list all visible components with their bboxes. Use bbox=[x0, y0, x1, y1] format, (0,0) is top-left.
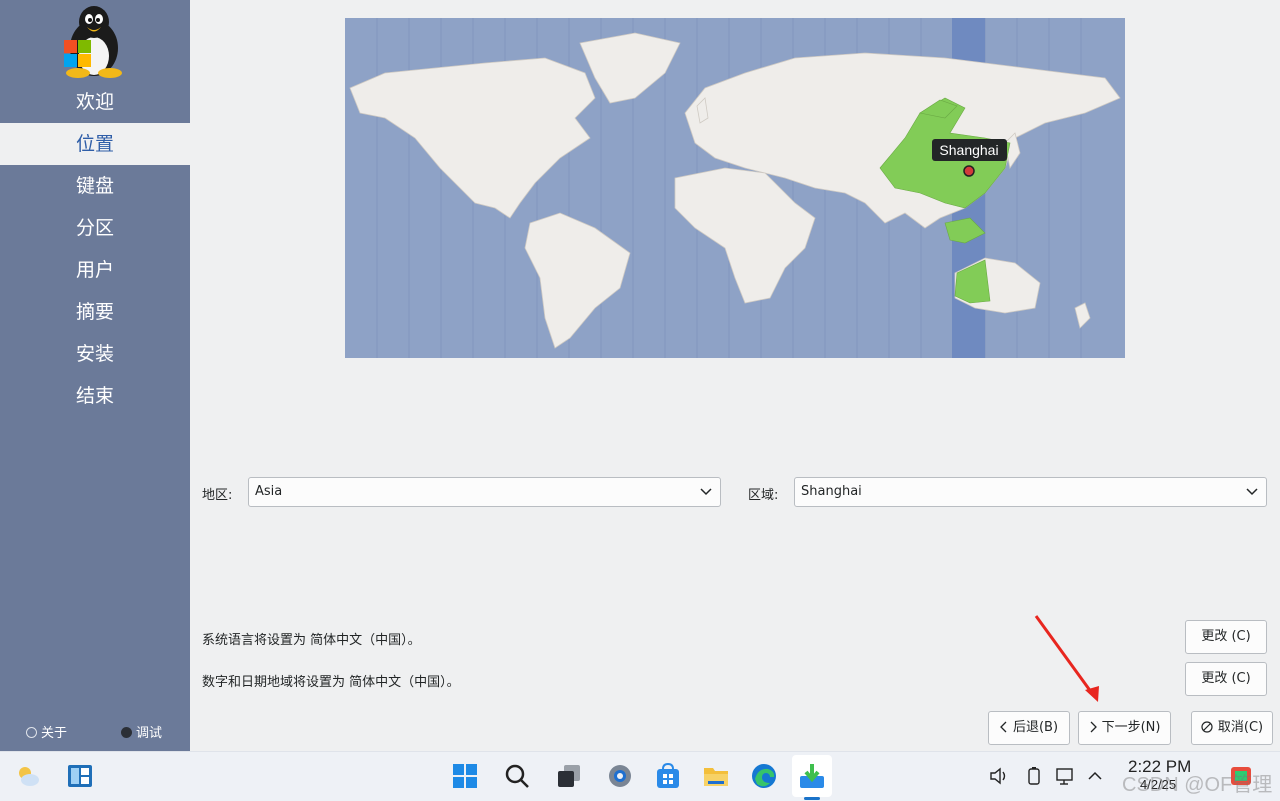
annotation-arrow-icon bbox=[1034, 615, 1099, 702]
sidebar-item-welcome: 欢迎 bbox=[75, 91, 114, 113]
back-button[interactable]: 后退(B) bbox=[988, 711, 1070, 745]
city-tooltip: Shanghai bbox=[932, 139, 1007, 161]
zone-value: Shanghai bbox=[801, 484, 862, 499]
change-format-button[interactable]: 更改 (C) bbox=[1185, 662, 1267, 696]
zone-label: 区域: bbox=[748, 488, 779, 503]
cancel-button[interactable]: 取消(C) bbox=[1191, 711, 1273, 745]
edge-icon[interactable] bbox=[750, 762, 778, 790]
cancel-icon bbox=[1201, 721, 1213, 733]
chevron-right-icon bbox=[1090, 721, 1097, 733]
installer-icon[interactable] bbox=[798, 762, 826, 790]
about-label: 关于 bbox=[41, 726, 68, 741]
weather-icon[interactable] bbox=[14, 762, 42, 790]
about-button[interactable]: 关于 bbox=[26, 722, 67, 741]
chevron-left-icon bbox=[1000, 721, 1007, 733]
change-language-button[interactable]: 更改 (C) bbox=[1185, 620, 1267, 654]
network-icon[interactable] bbox=[1054, 765, 1076, 787]
zone-combobox[interactable]: Shanghai bbox=[794, 477, 1267, 507]
battery-icon[interactable] bbox=[1024, 765, 1044, 787]
sidebar: 欢迎 位置 键盘 分区 用户 摘要 安装 结束 关于 调试 bbox=[0, 0, 190, 751]
file-explorer-icon[interactable] bbox=[702, 762, 730, 790]
region-value: Asia bbox=[255, 484, 283, 499]
sidebar-item-location: 位置 bbox=[0, 123, 190, 165]
next-button[interactable]: 下一步(N) bbox=[1078, 711, 1171, 745]
sidebar-item-summary: 摘要 bbox=[75, 301, 114, 323]
number-date-locale-text: 数字和日期地域将设置为 简体中文（中国）。 bbox=[202, 675, 460, 690]
sidebar-item-keyboard: 键盘 bbox=[75, 175, 114, 197]
sidebar-item-users: 用户 bbox=[75, 259, 114, 281]
info-icon bbox=[26, 727, 37, 738]
chevron-down-icon bbox=[700, 488, 712, 496]
system-language-text: 系统语言将设置为 简体中文（中国）。 bbox=[202, 633, 421, 648]
settings-icon[interactable] bbox=[606, 762, 634, 790]
sidebar-item-partitions: 分区 bbox=[75, 217, 114, 239]
timezone-world-map[interactable]: Shanghai bbox=[345, 18, 1125, 358]
search-icon[interactable] bbox=[503, 762, 531, 790]
start-icon[interactable] bbox=[451, 762, 479, 790]
sidebar-item-install: 安装 bbox=[75, 343, 114, 365]
tux-windows-logo-icon bbox=[64, 6, 122, 78]
next-label: 下一步(N) bbox=[1101, 720, 1161, 735]
region-combobox[interactable]: Asia bbox=[248, 477, 721, 507]
city-pin[interactable] bbox=[963, 165, 975, 177]
widgets-icon[interactable] bbox=[66, 762, 94, 790]
task-view-icon[interactable] bbox=[555, 762, 583, 790]
debug-label: 调试 bbox=[136, 726, 163, 741]
city-tooltip-label: Shanghai bbox=[939, 142, 998, 158]
region-label: 地区: bbox=[202, 488, 233, 503]
chevron-down-icon bbox=[1246, 488, 1258, 496]
sidebar-item-finish: 结束 bbox=[75, 385, 114, 407]
cancel-label: 取消(C) bbox=[1217, 720, 1264, 735]
volume-icon[interactable] bbox=[988, 765, 1010, 787]
back-label: 后退(B) bbox=[1012, 720, 1059, 735]
debug-button[interactable]: 调试 bbox=[121, 722, 162, 741]
debug-icon bbox=[121, 727, 132, 738]
chevron-up-icon[interactable] bbox=[1086, 767, 1104, 785]
store-icon[interactable] bbox=[654, 762, 682, 790]
taskbar bbox=[0, 751, 1280, 801]
watermark-text: CSDN @OF管理 bbox=[1122, 774, 1273, 796]
